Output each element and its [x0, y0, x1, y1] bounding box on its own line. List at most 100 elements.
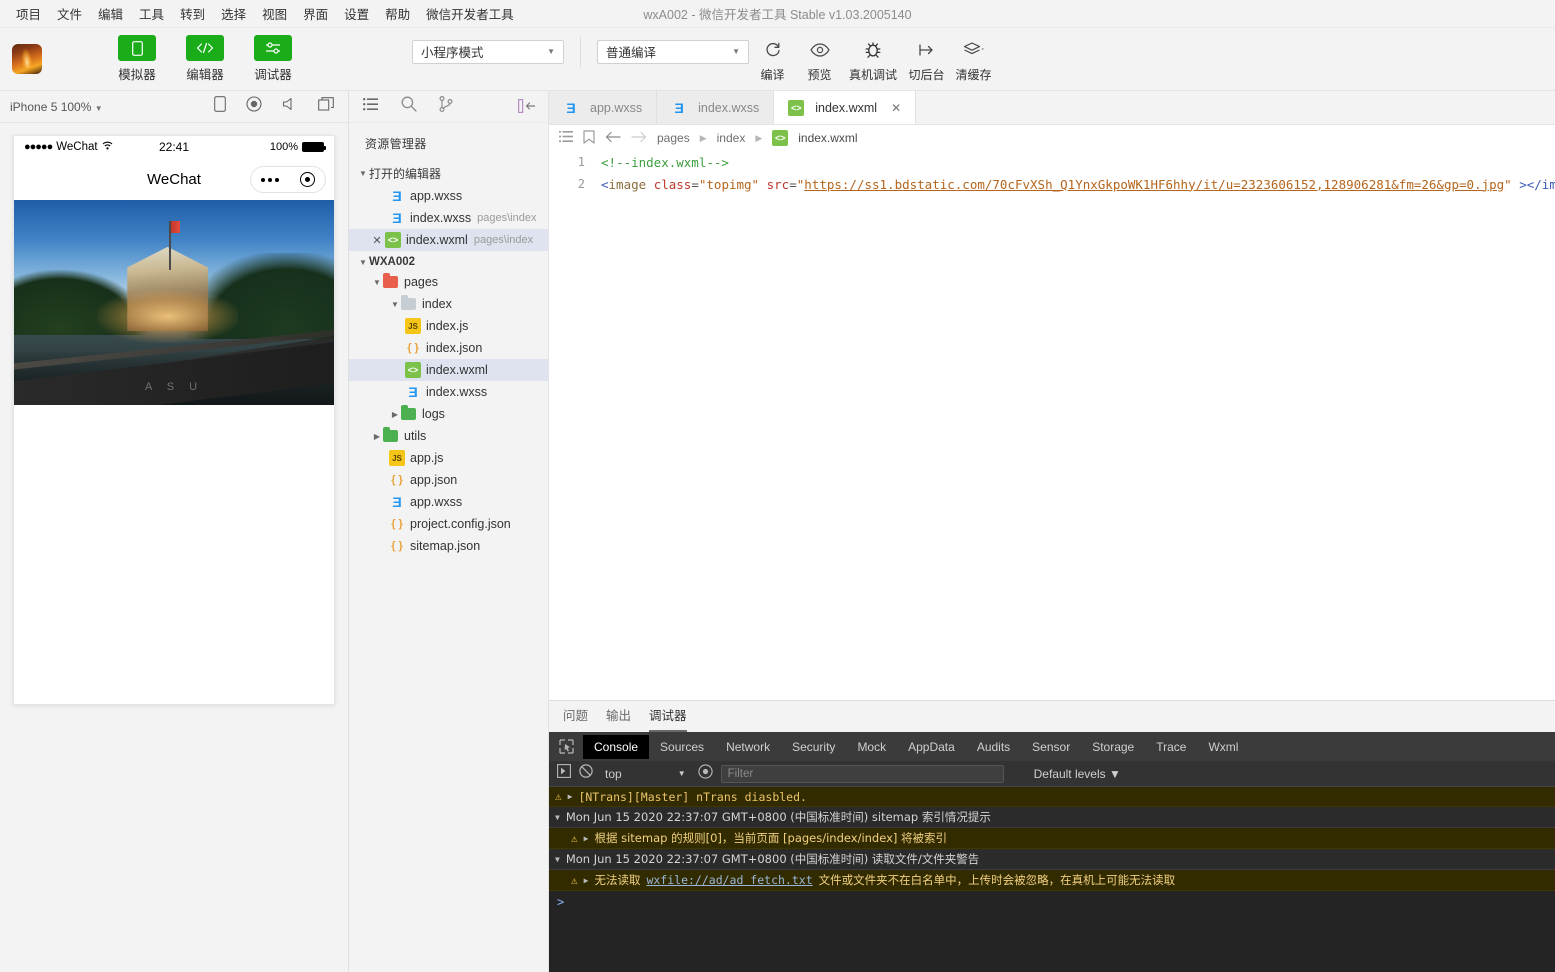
- devtools-tab-security[interactable]: Security: [781, 735, 846, 759]
- menu-item-ui[interactable]: 界面: [295, 0, 336, 27]
- collapse-panel-icon[interactable]: [518, 99, 536, 118]
- clear-console-icon[interactable]: [579, 764, 593, 783]
- execute-icon[interactable]: [557, 764, 571, 783]
- tree-item-index-json[interactable]: { } index.json: [349, 337, 548, 359]
- console-prompt[interactable]: >: [549, 891, 1555, 913]
- log-levels-select[interactable]: Default levels ▼: [1034, 767, 1121, 781]
- bookmark-icon[interactable]: [583, 129, 595, 147]
- log-row[interactable]: ▼ Mon Jun 15 2020 22:37:07 GMT+0800 (中国标…: [549, 807, 1555, 828]
- chevron-right-icon[interactable]: ▶: [584, 876, 589, 885]
- clear-cache-button[interactable]: 清缓存: [950, 36, 997, 83]
- tree-item-app-js[interactable]: JS app.js: [349, 447, 548, 469]
- tab-app-wxss[interactable]: Ǝ app.wxss: [549, 91, 658, 124]
- open-editor-app-wxss[interactable]: Ǝ app.wxss: [349, 185, 548, 207]
- tree-item-utils[interactable]: utils: [349, 425, 548, 447]
- mode-select[interactable]: 小程序模式 ▼: [412, 39, 564, 64]
- preview-button[interactable]: 预览: [796, 36, 843, 83]
- rotate-icon[interactable]: [214, 96, 226, 117]
- chevron-right-icon[interactable]: ▶: [584, 834, 589, 843]
- compile-button[interactable]: 编译: [749, 36, 796, 83]
- tree-item-app-wxss[interactable]: Ǝ app.wxss: [349, 491, 548, 513]
- tree-item-app-json[interactable]: { } app.json: [349, 469, 548, 491]
- capsule-menu[interactable]: [250, 166, 326, 193]
- log-row[interactable]: ▼ Mon Jun 15 2020 22:37:07 GMT+0800 (中国标…: [549, 849, 1555, 870]
- tree-item-index-wxml[interactable]: <> index.wxml: [349, 359, 548, 381]
- code-attr-class: class: [653, 176, 692, 192]
- tab-problems[interactable]: 问题: [563, 705, 588, 732]
- devtools-tab-audits[interactable]: Audits: [966, 735, 1021, 759]
- close-icon[interactable]: ✕: [891, 101, 901, 115]
- tree-item-index[interactable]: index: [349, 293, 548, 315]
- search-icon[interactable]: [401, 96, 417, 117]
- devtools-tab-wxml[interactable]: Wxml: [1197, 735, 1249, 759]
- background-button[interactable]: 切后台: [903, 36, 950, 83]
- device-select[interactable]: iPhone 5 100% ▼: [10, 100, 103, 114]
- tree-item-index-js[interactable]: JS index.js: [349, 315, 548, 337]
- breadcrumb-file[interactable]: <> index.wxml: [772, 130, 858, 146]
- tab-debugger[interactable]: 调试器: [649, 705, 687, 732]
- record-icon[interactable]: [246, 96, 262, 117]
- breadcrumb-pages[interactable]: pages: [657, 131, 690, 145]
- editor-button[interactable]: 编辑器: [176, 35, 234, 83]
- forward-arrow-icon[interactable]: [631, 131, 647, 146]
- chevron-down-icon[interactable]: ▼: [555, 855, 560, 864]
- close-icon[interactable]: ✕: [371, 232, 383, 248]
- menu-item-devtools[interactable]: 微信开发者工具: [418, 0, 522, 27]
- devtools-tab-trace[interactable]: Trace: [1145, 735, 1197, 759]
- devtools-tab-storage[interactable]: Storage: [1081, 735, 1145, 759]
- simulator-button[interactable]: 模拟器: [108, 35, 166, 83]
- multiwindow-icon[interactable]: [318, 97, 334, 116]
- menu-item-view[interactable]: 视图: [254, 0, 295, 27]
- devtools-tab-sensor[interactable]: Sensor: [1021, 735, 1081, 759]
- devtools-tab-console[interactable]: Console: [583, 734, 650, 759]
- tree-item-index-wxss[interactable]: Ǝ index.wxss: [349, 381, 548, 403]
- sound-icon[interactable]: [282, 97, 298, 116]
- compile-select[interactable]: 普通编译 ▼: [597, 39, 749, 64]
- tree-item-project-config[interactable]: { } project.config.json: [349, 513, 548, 535]
- log-file-link[interactable]: wxfile://ad/ad fetch.txt: [646, 873, 812, 887]
- open-editor-index-wxss[interactable]: Ǝ index.wxss pages\index: [349, 207, 548, 229]
- chevron-right-icon[interactable]: ▶: [568, 792, 573, 801]
- tab-index-wxss[interactable]: Ǝ index.wxss: [657, 91, 775, 124]
- code-url-value[interactable]: https://ss1.bdstatic.com/70cFvXSh_Q1YnxG…: [804, 177, 1504, 192]
- breadcrumb-index[interactable]: index: [717, 131, 746, 145]
- debugger-button[interactable]: 调试器: [244, 35, 302, 83]
- project-root-header[interactable]: WXA002: [349, 253, 548, 271]
- back-arrow-icon[interactable]: [605, 131, 621, 146]
- menu-item-file[interactable]: 文件: [49, 0, 90, 27]
- log-row[interactable]: ⚠ ▶ [NTrans][Master] nTrans diasbled.: [549, 787, 1555, 807]
- real-device-debug-button[interactable]: 真机调试: [843, 36, 903, 83]
- menu-item-help[interactable]: 帮助: [377, 0, 418, 27]
- console-filter-input[interactable]: Filter: [720, 764, 1004, 783]
- source-control-icon[interactable]: [439, 96, 453, 117]
- open-editor-index-wxml[interactable]: ✕ <> index.wxml pages\index: [349, 229, 548, 251]
- tree-item-logs[interactable]: logs: [349, 403, 548, 425]
- chevron-down-icon[interactable]: ▼: [555, 813, 560, 822]
- more-dots-icon[interactable]: [261, 177, 280, 182]
- menu-item-tools[interactable]: 工具: [131, 0, 172, 27]
- log-row[interactable]: ⚠ ▶ 根据 sitemap 的规则[0]，当前页面 [pages/index/…: [549, 828, 1555, 849]
- tab-output[interactable]: 输出: [606, 705, 631, 732]
- devtools-tab-network[interactable]: Network: [715, 735, 781, 759]
- menu-item-settings[interactable]: 设置: [336, 0, 377, 27]
- menu-item-select[interactable]: 选择: [213, 0, 254, 27]
- code-editor[interactable]: 1 <!--index.wxml--> 2 < image class = "topi…: [549, 151, 1555, 700]
- menu-item-goto[interactable]: 转到: [172, 0, 213, 27]
- tab-index-wxml[interactable]: <> index.wxml ✕: [774, 91, 917, 124]
- devtools-tab-sources[interactable]: Sources: [649, 735, 715, 759]
- log-row[interactable]: ⚠ ▶ 无法读取 wxfile://ad/ad fetch.txt 文件或文件夹…: [549, 870, 1555, 891]
- devtools-tab-mock[interactable]: Mock: [846, 735, 897, 759]
- context-select[interactable]: top ▼: [601, 767, 690, 781]
- tree-item-pages[interactable]: pages: [349, 271, 548, 293]
- open-editors-header[interactable]: 打开的编辑器: [349, 162, 548, 185]
- inspect-element-icon[interactable]: [549, 739, 583, 754]
- tree-item-sitemap[interactable]: { } sitemap.json: [349, 535, 548, 557]
- menu-item-edit[interactable]: 编辑: [90, 0, 131, 27]
- files-icon[interactable]: [363, 97, 379, 116]
- console-settings-eye-icon[interactable]: [697, 763, 713, 784]
- compile-button-label: 编译: [760, 67, 785, 82]
- devtools-tab-appdata[interactable]: AppData: [897, 735, 966, 759]
- outline-icon[interactable]: [559, 131, 573, 145]
- close-target-icon[interactable]: [299, 172, 315, 187]
- menu-item-project[interactable]: 项目: [8, 0, 49, 27]
